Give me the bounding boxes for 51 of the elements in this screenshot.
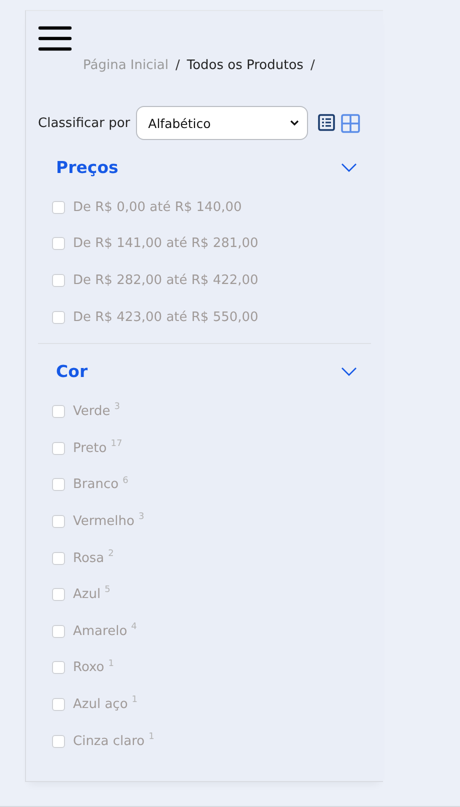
checkbox[interactable] — [52, 478, 65, 492]
option-label: Branco — [73, 477, 119, 492]
sort-label: Classificar por — [38, 116, 130, 130]
option-label: Amarelo — [73, 624, 128, 639]
sort-dropdown[interactable]: Alfabético — [136, 106, 308, 140]
checkbox[interactable] — [52, 734, 65, 748]
option-label: Verde — [73, 404, 110, 420]
option-label: Vermelho — [73, 514, 134, 529]
option-label: Preto — [73, 440, 107, 456]
option-count: 3 — [138, 512, 144, 522]
breadcrumb-separator: / — [175, 58, 180, 73]
filter-section-header[interactable]: Preços — [38, 158, 371, 177]
option-count: 17 — [110, 438, 122, 449]
checkbox[interactable] — [52, 310, 65, 324]
caret-icon — [290, 120, 300, 126]
option-label: De R$ 141,00 até R$ 281,00 — [73, 236, 258, 252]
checkbox[interactable] — [52, 442, 65, 455]
checkbox[interactable] — [52, 237, 65, 250]
menu-icon[interactable] — [38, 25, 72, 53]
checkbox[interactable] — [52, 514, 65, 528]
filter-title: Preços — [56, 158, 118, 177]
list-view-icon[interactable] — [318, 114, 336, 130]
option-count: 3 — [114, 402, 120, 412]
checkbox[interactable] — [52, 274, 65, 287]
option-label: Roxo — [73, 660, 104, 676]
option-label: De R$ 0,00 até R$ 140,00 — [73, 200, 242, 215]
checkbox[interactable] — [52, 624, 65, 638]
option-label: Cinza claro — [73, 734, 145, 749]
option-label: Azul aço — [73, 696, 128, 712]
option-count: 4 — [131, 622, 137, 632]
filter-section-header[interactable]: Cor — [38, 362, 371, 382]
option-label: Rosa — [73, 550, 104, 566]
checkbox[interactable] — [52, 698, 65, 711]
option-label: Azul — [73, 587, 101, 602]
option-count: 2 — [108, 548, 114, 559]
checkbox[interactable] — [52, 405, 65, 418]
checkbox[interactable] — [52, 588, 65, 602]
option-count: 5 — [104, 585, 110, 596]
option-count: 1 — [148, 732, 154, 742]
breadcrumb-link[interactable]: Todos os Produtos — [186, 58, 304, 73]
option-count: 1 — [108, 658, 114, 669]
checkbox[interactable] — [52, 200, 65, 214]
filter-title: Cor — [56, 362, 88, 382]
option-label: De R$ 423,00 até R$ 550,00 — [73, 310, 258, 325]
checkbox[interactable] — [52, 552, 65, 565]
grid-view-icon[interactable] — [341, 114, 360, 132]
breadcrumb-separator: / — [310, 58, 315, 73]
option-label: De R$ 282,00 até R$ 422,00 — [73, 272, 258, 288]
option-count: 6 — [122, 476, 128, 486]
checkbox[interactable] — [52, 661, 65, 674]
option-count: 1 — [132, 695, 138, 706]
